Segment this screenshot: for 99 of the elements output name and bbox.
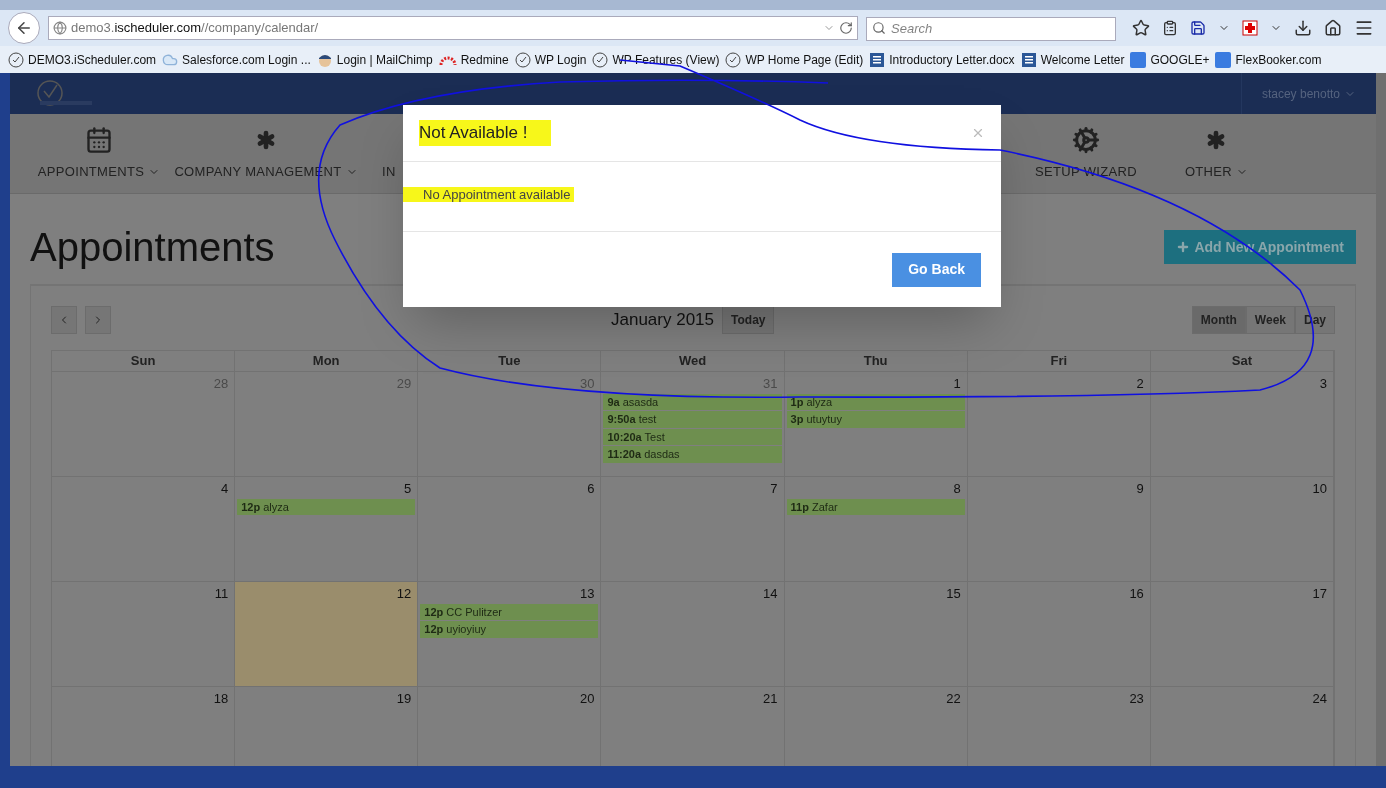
logo-icon: [34, 78, 94, 109]
download-icon[interactable]: [1294, 19, 1312, 37]
day-number: 22: [946, 690, 962, 708]
day-number: 23: [1129, 690, 1145, 708]
reload-icon[interactable]: [839, 21, 853, 35]
today-button[interactable]: Today: [722, 306, 775, 334]
event-item[interactable]: 10:20a Test: [603, 428, 782, 445]
home-icon[interactable]: [1324, 19, 1342, 37]
event-item[interactable]: 9:50a test: [603, 411, 782, 428]
day-cell[interactable]: 6: [418, 477, 602, 582]
clock-icon: [8, 51, 24, 68]
url-text: demo3.ischeduler.com//company/calendar/: [71, 19, 319, 38]
day-number: 3: [1319, 375, 1328, 393]
bookmark-link[interactable]: WP Home Page (Edit): [725, 50, 864, 69]
calendar-title: January 2015: [611, 309, 715, 332]
star-icon[interactable]: [1132, 19, 1150, 37]
document-icon: [1020, 51, 1037, 68]
day-number: 13: [579, 585, 596, 603]
bookmark-link[interactable]: Login | MailChimp: [316, 50, 433, 69]
day-number: 2: [1136, 375, 1145, 393]
gears-icon: [1071, 125, 1100, 154]
first-aid-icon[interactable]: [1242, 20, 1258, 36]
day-cell[interactable]: 3: [1150, 372, 1334, 477]
day-cell[interactable]: 17: [1150, 582, 1334, 687]
clipboard-icon[interactable]: [1162, 20, 1178, 36]
day-cell[interactable]: 10: [1150, 477, 1334, 582]
day-cell[interactable]: 8 11p Zafar: [784, 477, 968, 582]
view-tab[interactable]: Month: [1191, 306, 1246, 334]
globe-icon: [53, 21, 67, 35]
square-icon: [1215, 51, 1232, 68]
page-title: Appointments: [30, 224, 275, 271]
bookmark-link[interactable]: FlexBooker.com: [1215, 50, 1322, 69]
bookmark-link[interactable]: WP Login: [514, 50, 587, 69]
day-number: 20: [579, 690, 596, 708]
day-number: 18: [213, 690, 230, 708]
day-cell[interactable]: 7: [601, 477, 785, 582]
day-number: 4: [220, 480, 230, 498]
square-icon: [1130, 51, 1147, 68]
document-icon: [869, 51, 886, 68]
day-cell[interactable]: 15: [784, 582, 968, 687]
bookmark-link[interactable]: Introductory Letter.docx: [869, 50, 1015, 69]
day-number: 9: [1136, 480, 1145, 498]
clock-icon: [592, 51, 609, 68]
day-number: 24: [1312, 690, 1328, 708]
day-cell[interactable]: 11: [52, 582, 236, 687]
event-item[interactable]: 9a asasda: [603, 393, 782, 410]
bookmark-link[interactable]: DEMO3.iScheduler.com: [8, 50, 157, 69]
search-field[interactable]: Search: [866, 16, 1116, 41]
bookmark-link[interactable]: Welcome Letter: [1020, 50, 1125, 69]
day-number: 12: [396, 585, 413, 603]
search-icon: [872, 21, 886, 35]
day-number: 11: [214, 585, 230, 603]
clock-icon: [514, 51, 531, 68]
event-item[interactable]: 11:20a dasdas: [603, 446, 782, 463]
plus-icon: [1176, 240, 1191, 254]
bookmark-link[interactable]: GOOGLE+: [1130, 50, 1210, 69]
event-item[interactable]: 12p uyioyiuy: [420, 621, 599, 638]
event-item[interactable]: 12p CC Pulitzer: [420, 603, 599, 620]
day-cell[interactable]: 9: [967, 477, 1151, 582]
day-number: 7: [770, 480, 779, 498]
nav-menu-item[interactable]: APPOINTMENTS: [24, 125, 174, 182]
day-number: 1: [953, 375, 962, 393]
nav-menu-item[interactable]: OTHER: [1176, 125, 1256, 182]
event-item[interactable]: 12p alyza: [237, 498, 416, 515]
go-back-button[interactable]: Go Back: [892, 252, 981, 287]
day-cell[interactable]: 12: [235, 582, 419, 687]
day-cell[interactable]: 14: [601, 582, 785, 687]
modal-message: No Appointment available: [403, 187, 575, 202]
nav-menu-item[interactable]: SETUP WIZARD: [1027, 125, 1145, 182]
nav-menu-item[interactable]: IN: [374, 125, 404, 182]
close-icon: [971, 126, 985, 140]
event-item[interactable]: 11p Zafar: [786, 498, 965, 515]
day-number: 10: [1312, 480, 1328, 498]
back-button[interactable]: [8, 12, 40, 44]
menu-icon[interactable]: [1354, 18, 1374, 38]
day-number: 14: [763, 585, 779, 603]
day-number: 19: [396, 690, 413, 708]
day-cell[interactable]: 1 1p alyza 3p utuytuy: [784, 372, 968, 477]
day-cell[interactable]: 5 12p alyza: [235, 477, 419, 582]
day-cell[interactable]: 2: [967, 372, 1151, 477]
day-number: 6: [587, 480, 596, 498]
day-number: 16: [1129, 585, 1145, 603]
day-number: 15: [946, 585, 962, 603]
day-number: 5: [404, 480, 413, 498]
bookmark-link[interactable]: Redmine: [438, 50, 509, 69]
day-cell[interactable]: 16: [967, 582, 1151, 687]
day-number: 17: [1312, 585, 1328, 603]
day-cell[interactable]: 4: [52, 477, 236, 582]
day-number: 8: [953, 480, 962, 498]
calendar-icon: [85, 125, 113, 154]
day-number: 21: [763, 690, 779, 708]
scrollbar[interactable]: [1376, 73, 1386, 766]
clock-icon: [725, 51, 742, 68]
modal-title: Not Available !: [419, 120, 552, 146]
view-tab[interactable]: Week: [1245, 306, 1295, 334]
address-bar[interactable]: demo3.ischeduler.com//company/calendar/: [48, 16, 858, 40]
event-item[interactable]: 3p utuytuy: [786, 411, 965, 428]
day-cell[interactable]: 13 12p CC Pulitzer 12p uyioyiuy: [418, 582, 602, 687]
bookmark-link[interactable]: Salesforce.com Login ...: [162, 50, 311, 69]
